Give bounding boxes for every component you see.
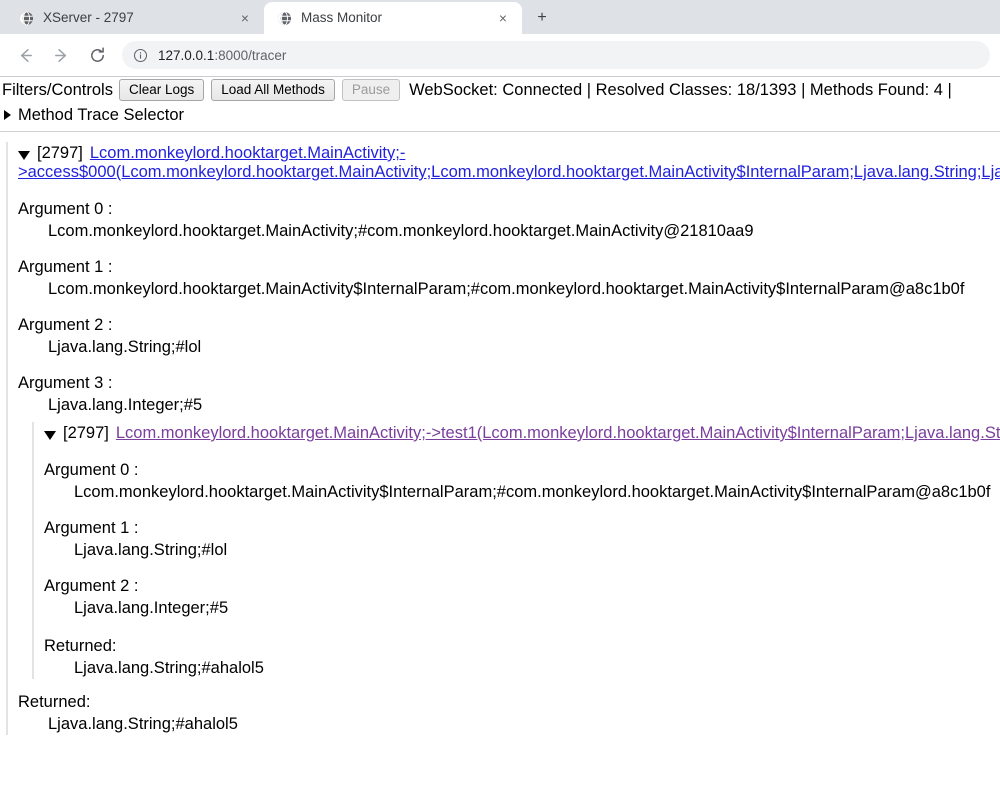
new-tab-button[interactable]: + bbox=[528, 4, 556, 32]
url-text: 127.0.0.1:8000/tracer bbox=[158, 47, 286, 64]
argument-block: Argument 0 : Lcom.monkeylord.hooktarget.… bbox=[44, 459, 1000, 503]
tab-title: XServer - 2797 bbox=[43, 10, 134, 25]
url-host: 127.0.0.1 bbox=[158, 47, 215, 63]
returned-value: Ljava.lang.String;#ahalol5 bbox=[48, 715, 238, 733]
argument-value: Lcom.monkeylord.hooktarget.MainActivity$… bbox=[74, 483, 991, 501]
trace-node-header[interactable]: [2797] Lcom.monkeylord.hooktarget.MainAct… bbox=[44, 422, 1000, 445]
trace-log: [2797] Lcom.monkeylord.hooktarget.MainAct… bbox=[0, 132, 1000, 799]
browser-window: XServer - 2797 × Mass Monitor × + 127.0.… bbox=[0, 0, 1000, 799]
argument-value: Ljava.lang.Integer;#5 bbox=[74, 599, 229, 617]
argument-label: Argument 1 : bbox=[44, 519, 139, 537]
method-trace-selector-label: Method Trace Selector bbox=[18, 105, 184, 124]
trace-node-child: [2797] Lcom.monkeylord.hooktarget.MainAct… bbox=[32, 422, 1000, 679]
trace-signature-link[interactable]: Lcom.monkeylord.hooktarget.MainActivity;… bbox=[116, 424, 1000, 442]
tab-title: Mass Monitor bbox=[301, 10, 383, 25]
argument-block: Argument 0 : Lcom.monkeylord.hooktarget.… bbox=[18, 198, 1000, 242]
chevron-down-icon[interactable] bbox=[18, 151, 30, 161]
close-icon[interactable]: × bbox=[236, 9, 254, 27]
returned-label: Returned: bbox=[44, 637, 117, 655]
globe-icon bbox=[276, 10, 292, 26]
argument-block: Argument 1 : Lcom.monkeylord.hooktarget.… bbox=[18, 256, 1000, 300]
returned-value: Ljava.lang.String;#ahalol5 bbox=[74, 659, 264, 677]
filters-controls-label: Filters/Controls bbox=[2, 81, 113, 99]
load-all-methods-button[interactable]: Load All Methods bbox=[211, 79, 335, 101]
argument-label: Argument 1 : bbox=[18, 258, 113, 276]
reload-icon[interactable] bbox=[82, 40, 112, 70]
trace-pid: [2797] bbox=[63, 424, 109, 442]
argument-value: Ljava.lang.Integer;#5 bbox=[48, 396, 203, 414]
tab-strip: XServer - 2797 × Mass Monitor × + bbox=[0, 0, 1000, 34]
argument-value: Ljava.lang.String;#lol bbox=[48, 338, 202, 356]
trace-signature-overflow: >access$000(Lcom.monkeylord.hooktarget.M… bbox=[18, 161, 1000, 184]
browser-tab-xserver[interactable]: XServer - 2797 × bbox=[6, 2, 264, 34]
returned-label: Returned: bbox=[18, 693, 91, 711]
argument-value: Lcom.monkeylord.hooktarget.MainActivity;… bbox=[48, 222, 754, 240]
globe-icon bbox=[18, 10, 34, 26]
trace-signature-link[interactable]: Lcom.monkeylord.hooktarget.MainActivity;… bbox=[90, 144, 405, 162]
argument-label: Argument 0 : bbox=[44, 461, 139, 479]
method-trace-selector[interactable]: Method Trace Selector bbox=[0, 103, 1000, 127]
argument-label: Argument 3 : bbox=[18, 374, 113, 392]
url-path: :8000/tracer bbox=[214, 47, 287, 63]
argument-label: Argument 2 : bbox=[18, 316, 113, 334]
argument-block: Argument 3 : Ljava.lang.Integer;#5 bbox=[18, 372, 1000, 416]
browser-tab-mass-monitor[interactable]: Mass Monitor × bbox=[264, 2, 522, 34]
trace-pid: [2797] bbox=[37, 144, 83, 162]
argument-label: Argument 2 : bbox=[44, 577, 139, 595]
site-info-icon[interactable] bbox=[132, 47, 149, 64]
argument-block: Argument 2 : Ljava.lang.Integer;#5 bbox=[44, 575, 1000, 619]
returned-block: Returned: Ljava.lang.String;#ahalol5 bbox=[44, 635, 1000, 679]
argument-block: Argument 2 : Ljava.lang.String;#lol bbox=[18, 314, 1000, 358]
page-content: Filters/Controls Clear Logs Load All Met… bbox=[0, 77, 1000, 799]
browser-toolbar: 127.0.0.1:8000/tracer bbox=[0, 34, 1000, 76]
close-icon[interactable]: × bbox=[494, 9, 512, 27]
chevron-down-icon[interactable] bbox=[44, 431, 56, 441]
address-bar[interactable]: 127.0.0.1:8000/tracer bbox=[122, 41, 990, 69]
chevron-right-icon[interactable] bbox=[4, 109, 11, 120]
pause-button[interactable]: Pause bbox=[341, 79, 401, 101]
argument-block: Argument 1 : Ljava.lang.String;#lol bbox=[44, 517, 1000, 561]
filters-controls-bar: Filters/Controls Clear Logs Load All Met… bbox=[0, 77, 1000, 103]
argument-label: Argument 0 : bbox=[18, 200, 113, 218]
clear-logs-button[interactable]: Clear Logs bbox=[118, 79, 205, 101]
trace-node-root: [2797] Lcom.monkeylord.hooktarget.MainAct… bbox=[6, 142, 1000, 735]
argument-value: Ljava.lang.String;#lol bbox=[74, 541, 228, 559]
forward-arrow-icon[interactable] bbox=[46, 40, 76, 70]
status-text: WebSocket: Connected | Resolved Classes:… bbox=[409, 81, 952, 99]
returned-block: Returned: Ljava.lang.String;#ahalol5 bbox=[18, 691, 1000, 735]
argument-value: Lcom.monkeylord.hooktarget.MainActivity$… bbox=[48, 280, 965, 298]
back-arrow-icon[interactable] bbox=[10, 40, 40, 70]
trace-signature-link-continued[interactable]: >access$000(Lcom.monkeylord.hooktarget.M… bbox=[18, 163, 1000, 181]
